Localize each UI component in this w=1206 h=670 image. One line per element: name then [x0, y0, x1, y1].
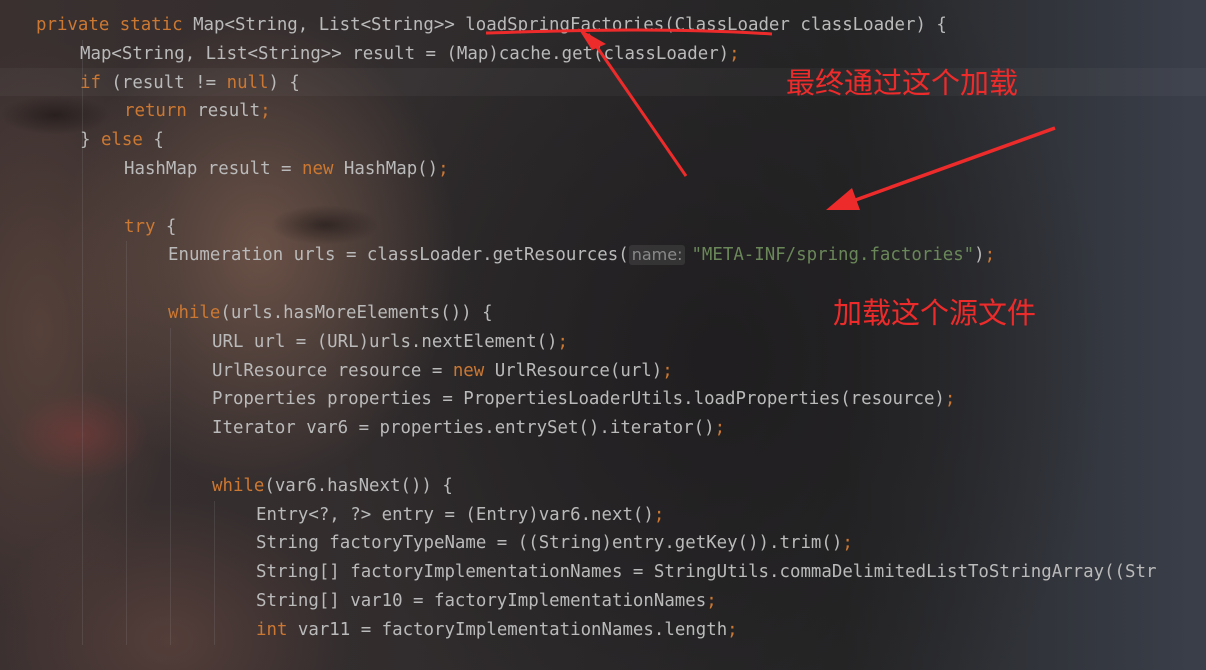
annotation-final-load: 最终通过这个加载 — [786, 66, 1019, 100]
arrow-pointing-left-line — [849, 126, 1056, 204]
underline-mark — [485, 28, 773, 36]
arrow-diagonal-line — [586, 33, 688, 177]
annotation-overlay — [485, 28, 1056, 210]
arrow-pointing-left-head — [826, 188, 860, 210]
annotation-load-source-file: 加载这个源文件 — [833, 296, 1037, 330]
